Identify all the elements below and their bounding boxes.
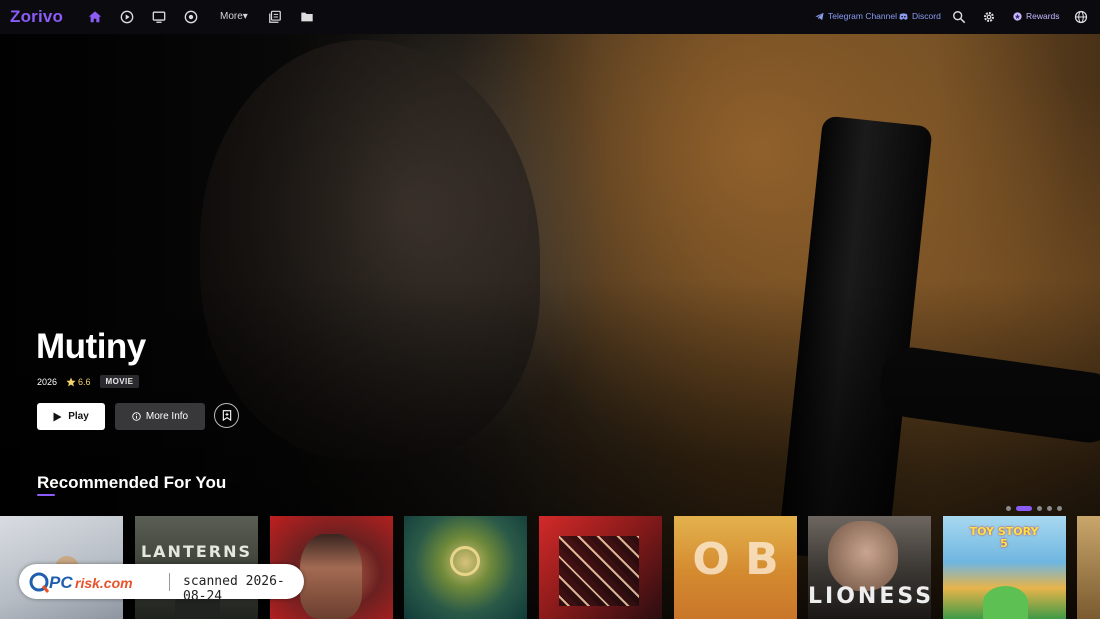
more-info-button-label: More Info (145, 411, 189, 422)
play-button[interactable]: Play (37, 403, 105, 430)
more-menu[interactable]: More▾ (220, 11, 248, 22)
hero-year: 2026 (37, 376, 58, 387)
rewards-label: Rewards (1026, 11, 1060, 21)
poster-spiral (450, 546, 480, 576)
watermark-divider (169, 573, 170, 591)
bookmark-button[interactable] (214, 403, 239, 428)
hero-rating: 6.6 (66, 377, 91, 387)
hero-title: Mutiny (36, 327, 146, 366)
play-circle-icon[interactable] (119, 9, 135, 25)
rewards-icon (1013, 11, 1022, 21)
globe-icon[interactable] (1073, 9, 1089, 25)
star-icon (66, 377, 76, 386)
discord-icon (899, 12, 908, 20)
poster-card[interactable]: O B (674, 516, 797, 619)
hero-rating-value: 6.6 (78, 376, 91, 387)
gear-icon[interactable] (981, 9, 997, 25)
carousel-dot[interactable] (1037, 506, 1042, 511)
telegram-icon (815, 12, 824, 20)
poster-figure (983, 586, 1028, 619)
carousel-dot[interactable] (1057, 506, 1062, 511)
carousel-dot-active[interactable] (1016, 506, 1032, 511)
poster-title: O B (692, 534, 779, 585)
poster-art (559, 536, 639, 606)
poster-face (300, 534, 362, 619)
pcrisk-logo: PC risk.com (29, 572, 133, 593)
telegram-label: Telegram Channel (828, 11, 897, 21)
svg-text:PC: PC (49, 573, 73, 592)
scan-date-text: scanned 2026-08-24 (183, 574, 285, 604)
recommended-heading: Recommended For You (37, 473, 227, 492)
watermark-badge: PC risk.com scanned 2026-08-24 (19, 564, 304, 604)
site-logo[interactable]: Zorivo (10, 7, 63, 27)
poster-title: TOY STORY 5 (969, 525, 1039, 550)
folder-icon[interactable] (299, 9, 315, 25)
rewards-link[interactable]: Rewards (1013, 11, 1060, 21)
play-button-label: Play (68, 411, 89, 422)
poster-card[interactable] (1077, 516, 1100, 619)
heading-underline (37, 494, 55, 496)
poster-card[interactable] (539, 516, 662, 619)
carousel-dots (1006, 506, 1062, 511)
bookmark-icon (222, 410, 231, 421)
info-icon (132, 412, 141, 421)
library-icon[interactable] (267, 9, 283, 25)
discord-link[interactable]: Discord (899, 11, 941, 21)
tv-icon[interactable] (151, 9, 167, 25)
play-icon (53, 412, 62, 421)
carousel-dot[interactable] (1047, 506, 1052, 511)
telegram-channel-link[interactable]: Telegram Channel (815, 11, 897, 21)
more-info-button[interactable]: More Info (115, 403, 205, 430)
hero-meta: 2026 6.6 MOVIE (37, 375, 140, 388)
poster-title: LANTERNS (140, 542, 253, 561)
carousel-dot[interactable] (1006, 506, 1011, 511)
discord-label: Discord (912, 11, 941, 21)
svg-text:risk.com: risk.com (75, 575, 133, 591)
poster-title: LIONESS (808, 584, 931, 609)
poster-face (828, 521, 898, 591)
disc-icon[interactable] (183, 9, 199, 25)
search-icon[interactable] (951, 9, 967, 25)
poster-card[interactable] (404, 516, 527, 619)
poster-card[interactable]: TOY STORY 5 (943, 516, 1066, 619)
top-navigation: Zorivo More▾ Telegram Channel Discord Re… (0, 0, 1100, 34)
poster-card[interactable]: LIONESS (808, 516, 931, 619)
home-icon[interactable] (87, 9, 103, 25)
hero-type-badge: MOVIE (99, 375, 140, 388)
